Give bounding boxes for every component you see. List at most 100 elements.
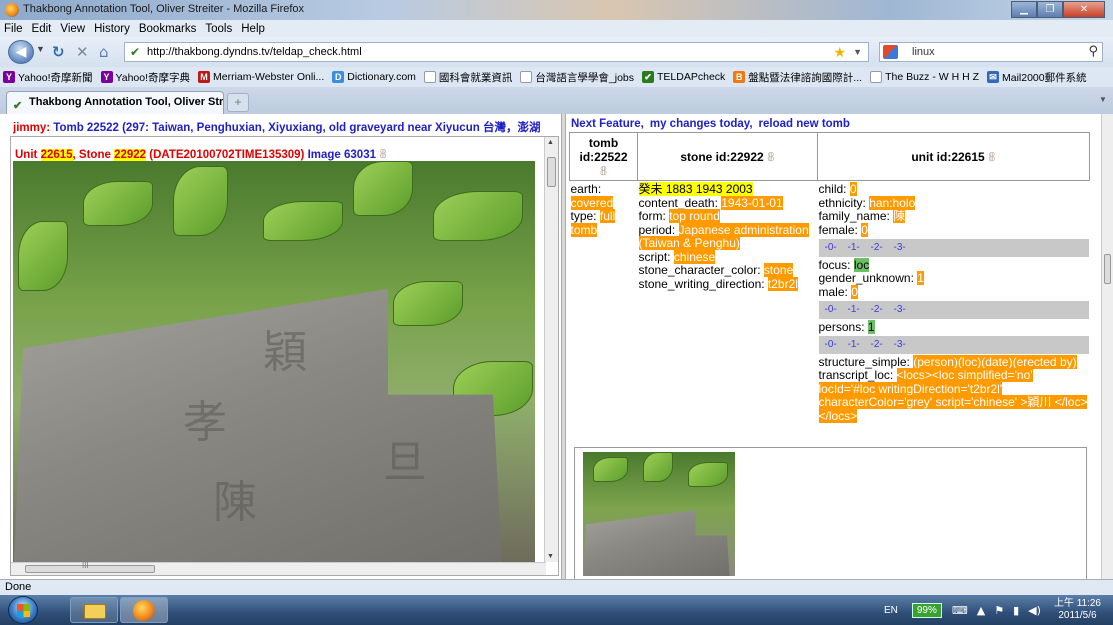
maximize-button[interactable]: ❐ (1037, 1, 1063, 18)
attr-value[interactable]: (person)(loc)(date)(erected by) (913, 354, 1077, 369)
image-frame: Unit 22615, Stone 22922 (DATE20100702TIM… (10, 136, 559, 576)
attr-value[interactable]: t2br2l (767, 276, 798, 291)
attr-value[interactable]: stone (763, 263, 794, 277)
url-bar[interactable]: ✔ http://thakbong.dyndns.tv/teldap_check… (124, 42, 869, 62)
bookmark-item[interactable]: Y Yahoo!奇摩字典 (100, 70, 190, 85)
tab-bar: ✔ Thakbong Annotation Tool, Oliver Str..… (0, 87, 1113, 114)
bookmark-item[interactable]: B 盤點暨法律諮詢國際計... (733, 70, 862, 85)
system-tray: EN 99% ⌨ ▲ ⚑ ▮ ◀) 上午 11:26 2011/5/6 (884, 595, 1113, 625)
rating-scale[interactable]: -0- -1- -2- -3- (818, 239, 1089, 257)
tab-list-icon[interactable]: ▼ (1096, 95, 1110, 109)
close-button[interactable]: ✕ (1063, 1, 1105, 18)
leaf-icon: ✔ (642, 71, 655, 83)
attr-value[interactable]: 1 (917, 271, 924, 285)
clock[interactable]: 上午 11:26 2011/5/6 (1054, 598, 1101, 622)
right-frame: Next Feature, my changes today, reload new… (566, 114, 1113, 579)
unit-attributes: child: 0 ethnicity: han:holo family_name… (818, 182, 1089, 423)
window-title-bar[interactable]: Thakbong Annotation Tool, Oliver Streite… (0, 0, 1113, 20)
menu-bookmarks[interactable]: Bookmarks (139, 23, 197, 35)
menu-help[interactable]: Help (241, 23, 265, 35)
stone-id[interactable]: 22922 (114, 149, 147, 161)
start-button[interactable] (8, 596, 38, 624)
back-button[interactable]: ◀ (8, 40, 34, 64)
pin-icon[interactable]: 𝟠 (600, 164, 608, 178)
my-changes-link[interactable]: my changes today, (650, 118, 753, 130)
left-vertical-scrollbar[interactable]: ▲ ▼ (544, 137, 558, 562)
menu-file[interactable]: File (4, 23, 23, 35)
attr-value[interactable]: 0 (849, 182, 857, 196)
language-indicator[interactable]: EN (884, 605, 898, 616)
tray-expand-icon[interactable]: ▲ (977, 604, 985, 617)
home-icon[interactable]: ⌂ (99, 43, 109, 61)
bookmark-item[interactable]: M Merriam-Webster Onli... (198, 71, 324, 83)
date-candidates[interactable]: 癸未 1883 1943 2003 (638, 182, 753, 196)
leaf-icon: ✔ (13, 100, 23, 112)
flag-icon[interactable]: ⚑ (994, 604, 1004, 617)
bookmark-star-icon[interactable]: ★ (833, 44, 846, 61)
explorer-taskbar-button[interactable] (70, 597, 118, 623)
orange-b-icon: B (733, 71, 746, 83)
menu-edit[interactable]: Edit (32, 23, 52, 35)
bookmark-item[interactable]: D Dictionary.com (332, 71, 416, 83)
yahoo-icon: Y (3, 71, 15, 83)
firefox-taskbar-button[interactable] (120, 597, 168, 623)
volume-icon[interactable]: ◀) (1028, 604, 1041, 617)
attr-value[interactable]: top round (669, 209, 720, 223)
firefox-icon (133, 600, 155, 622)
attr-value[interactable]: chinese (673, 249, 716, 264)
network-icon[interactable]: ▮ (1013, 604, 1019, 617)
attr-value[interactable]: 1943-01-01 (721, 195, 783, 210)
firefox-icon (5, 3, 19, 17)
bookmark-item[interactable]: ✔ TELDAPcheck (642, 71, 725, 83)
left-horizontal-scrollbar[interactable]: III (11, 561, 546, 575)
search-input[interactable]: linux (912, 46, 935, 58)
tomb-header-cell: tomb id:22522 𝟠 (569, 132, 638, 181)
menu-history[interactable]: History (94, 23, 130, 35)
attr-value[interactable]: covered (570, 195, 614, 210)
tomb-attributes: earth: covered type: full tomb (570, 182, 616, 237)
bookmark-item[interactable]: ✉ Mail2000郵件系統 (987, 70, 1087, 85)
attr-value[interactable]: 1 (867, 319, 875, 334)
attr-value[interactable]: loc (853, 257, 870, 272)
yahoo-icon: Y (100, 71, 113, 83)
attr-value[interactable]: 0 (851, 284, 858, 299)
next-feature-link[interactable]: Next Feature, (571, 118, 644, 130)
new-tab-button[interactable]: + (227, 93, 249, 112)
url-dropdown-icon[interactable]: ▼ (853, 47, 862, 57)
taskbar: EN 99% ⌨ ▲ ⚑ ▮ ◀) 上午 11:26 2011/5/6 (0, 595, 1113, 625)
pin-icon[interactable]: 𝟠 (988, 150, 996, 164)
battery-indicator[interactable]: 99% (911, 602, 942, 618)
image-caption: Unit 22615, Stone 22922 (DATE20100702TIM… (15, 147, 387, 161)
status-bar: Done (0, 579, 1113, 595)
menu-view[interactable]: View (60, 23, 85, 35)
search-engine-icon[interactable] (883, 45, 898, 59)
history-dropdown-icon[interactable]: ▼ (36, 44, 45, 54)
tombstone-thumbnail[interactable] (583, 452, 735, 576)
pin-icon[interactable]: 𝟠 (379, 147, 387, 161)
bookmark-item[interactable]: Y Yahoo!奇摩新聞 (3, 70, 93, 85)
attr-value[interactable]: 陳 (893, 209, 906, 223)
menu-bar: File Edit View History Bookmarks Tools H… (0, 20, 1113, 37)
stone-header-cell: stone id:22922 𝟠 (637, 132, 818, 181)
tab-annotation-tool[interactable]: ✔ Thakbong Annotation Tool, Oliver Str..… (6, 91, 224, 114)
search-bar[interactable]: linux ⚲ (879, 42, 1103, 62)
page-content: jimmy: Tomb 22522 (297: Taiwan, Penghuxi… (0, 114, 1113, 579)
pin-icon[interactable]: 𝟠 (767, 150, 775, 164)
rating-scale[interactable]: -0- -1- -2- -3- (818, 301, 1089, 319)
right-vertical-scrollbar[interactable] (1101, 114, 1113, 579)
url-text[interactable]: http://thakbong.dyndns.tv/teldap_check.h… (147, 46, 362, 58)
rating-scale[interactable]: -0- -1- -2- -3- (818, 336, 1089, 354)
keyboard-icon[interactable]: ⌨ (952, 604, 968, 617)
reload-tomb-link[interactable]: reload new tomb (759, 118, 850, 130)
bookmark-item[interactable]: 國科會就業資訊 (423, 70, 512, 85)
reload-icon[interactable]: ↻ (52, 43, 65, 61)
minimize-button[interactable]: ▁ (1011, 1, 1037, 18)
bookmark-item[interactable]: 台灣語言學學會_jobs (520, 70, 634, 85)
unit-id[interactable]: 22615 (40, 149, 73, 161)
bookmark-item[interactable]: The Buzz - W H H Z (870, 71, 979, 83)
menu-tools[interactable]: Tools (205, 23, 232, 35)
attr-value[interactable]: 0 (861, 222, 868, 237)
search-icon[interactable]: ⚲ (1088, 44, 1098, 59)
stop-icon[interactable]: ✕ (76, 43, 89, 61)
attr-value[interactable]: han:holo (869, 195, 916, 210)
